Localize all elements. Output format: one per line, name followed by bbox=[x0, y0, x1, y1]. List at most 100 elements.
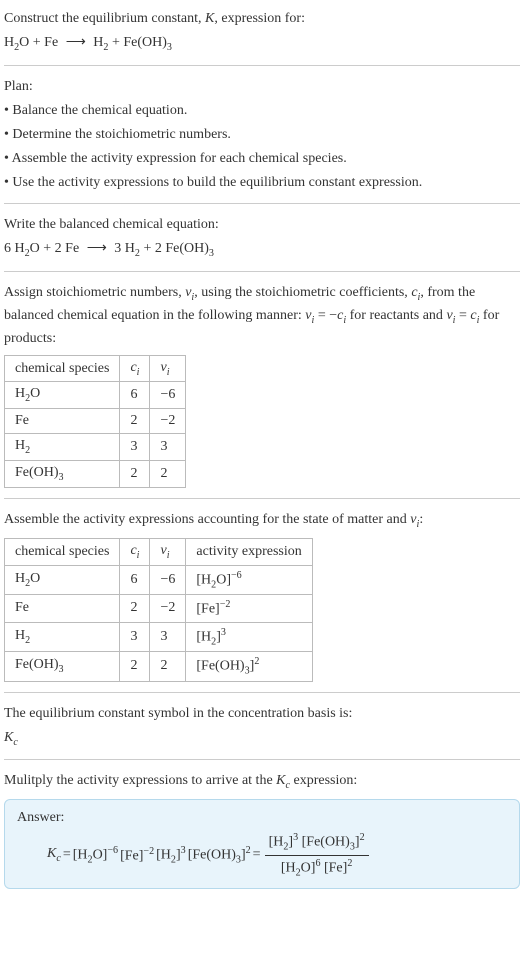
bal-rhs2-sub: 3 bbox=[209, 248, 214, 259]
arrow-icon: ⟶ bbox=[87, 238, 107, 259]
unbalanced-equation: H2O + Fe ⟶ H2 + Fe(OH)3 bbox=[4, 32, 520, 55]
stoich-intro: Assign stoichiometric numbers, νi, using… bbox=[4, 282, 520, 349]
table-row: H2O 6 −6 [H2O]−6 bbox=[5, 565, 313, 594]
td-species: H2 bbox=[5, 434, 120, 461]
td-activity: [Fe(OH)3]2 bbox=[186, 652, 312, 681]
td-c: 2 bbox=[120, 652, 150, 681]
td-species: Fe bbox=[5, 594, 120, 622]
td-species: H2O bbox=[5, 565, 120, 594]
table-row: H2O 6 −6 bbox=[5, 382, 186, 409]
divider bbox=[4, 65, 520, 66]
table-header-row: chemical species ci νi bbox=[5, 355, 186, 382]
kc-K: K bbox=[4, 730, 13, 745]
td-c: 2 bbox=[120, 409, 150, 434]
stoich-b: , using the stoichiometric coefficients, bbox=[194, 285, 411, 300]
ans-kc: Kc bbox=[47, 846, 61, 864]
td-species: Fe(OH)3 bbox=[5, 652, 120, 681]
fraction-numerator: [H2]3 [Fe(OH)3]2 bbox=[265, 832, 369, 855]
divider bbox=[4, 498, 520, 499]
act-b: : bbox=[419, 512, 423, 527]
answer-fraction: [H2]3 [Fe(OH)3]2 [H2O]6 [Fe]2 bbox=[265, 832, 369, 878]
divider bbox=[4, 759, 520, 760]
table-row: Fe(OH)3 2 2 [Fe(OH)3]2 bbox=[5, 652, 313, 681]
divider bbox=[4, 271, 520, 272]
kc-c: c bbox=[13, 736, 17, 747]
multiply-block: Mulitply the activity expressions to arr… bbox=[4, 770, 520, 889]
eq-lhs2: O + Fe bbox=[19, 35, 62, 50]
td-c: 3 bbox=[120, 434, 150, 461]
divider bbox=[4, 203, 520, 204]
stoich-block: Assign stoichiometric numbers, νi , using… bbox=[4, 282, 520, 488]
multiply-text: Mulitply the activity expressions to arr… bbox=[4, 770, 520, 793]
td-activity: [Fe]−2 bbox=[186, 594, 312, 622]
answer-box: Answer: Kc = [H2O]−6 [Fe]−2 [H2]3 [Fe(OH… bbox=[4, 799, 520, 889]
answer-equation: Kc = [H2O]−6 [Fe]−2 [H2]3 [Fe(OH)3]2 = [… bbox=[17, 832, 507, 878]
plan-bullet-3: • Assemble the activity expression for e… bbox=[4, 148, 520, 169]
mult-K: K bbox=[276, 773, 285, 788]
th-species: chemical species bbox=[5, 355, 120, 382]
ans-eq2: = bbox=[253, 847, 261, 863]
answer-label: Answer: bbox=[17, 810, 507, 826]
th-species: chemical species bbox=[5, 538, 120, 565]
td-species: H2 bbox=[5, 622, 120, 651]
mult-b: expression: bbox=[290, 773, 357, 788]
eq-rhs1: H bbox=[90, 35, 104, 50]
plan-bullet-4: • Use the activity expressions to build … bbox=[4, 172, 520, 193]
kc-symbol: Kc bbox=[4, 727, 520, 750]
th-nui: νi bbox=[150, 355, 186, 382]
mult-a: Mulitply the activity expressions to arr… bbox=[4, 773, 276, 788]
prompt-K: K bbox=[205, 11, 214, 26]
td-nu: 2 bbox=[150, 461, 186, 488]
th-nui: νi bbox=[150, 538, 186, 565]
td-species: H2O bbox=[5, 382, 120, 409]
th-ci: ci bbox=[120, 355, 150, 382]
activity-intro: Assemble the activity expressions accoun… bbox=[4, 509, 520, 532]
td-nu: 3 bbox=[150, 434, 186, 461]
arrow-icon: ⟶ bbox=[66, 32, 86, 53]
td-activity: [H2O]−6 bbox=[186, 565, 312, 594]
bal-lhs: 6 H bbox=[4, 241, 25, 256]
td-c: 3 bbox=[120, 622, 150, 651]
prompt-text-b: , expression for: bbox=[214, 11, 305, 26]
kc-symbol-text: The equilibrium constant symbol in the c… bbox=[4, 703, 520, 724]
stoich-e: for reactants and bbox=[346, 308, 446, 323]
prompt-block: Construct the equilibrium constant, K, e… bbox=[4, 8, 520, 55]
eq-lhs1: H bbox=[4, 35, 14, 50]
fraction-denominator: [H2O]6 [Fe]2 bbox=[265, 856, 369, 878]
td-nu: −6 bbox=[150, 382, 186, 409]
td-c: 6 bbox=[120, 382, 150, 409]
stoich-a: Assign stoichiometric numbers, bbox=[4, 285, 185, 300]
td-c: 2 bbox=[120, 461, 150, 488]
table-row: Fe 2 −2 bbox=[5, 409, 186, 434]
balanced-equation: 6 H2O + 2 Fe ⟶ 3 H2 + 2 Fe(OH)3 bbox=[4, 238, 520, 261]
table-row: H2 3 3 [H2]3 bbox=[5, 622, 313, 651]
ans-t1: [H2O]−6 bbox=[73, 845, 118, 865]
ans-t2: [Fe]−2 bbox=[120, 846, 154, 865]
stoich-eq2b: = bbox=[455, 308, 470, 323]
activity-table: chemical species ci νi activity expressi… bbox=[4, 538, 313, 682]
table-row: Fe(OH)3 2 2 bbox=[5, 461, 186, 488]
eq-rhs2: + Fe(OH) bbox=[108, 35, 166, 50]
ans-eq: = bbox=[63, 847, 71, 863]
table-header-row: chemical species ci νi activity expressi… bbox=[5, 538, 313, 565]
plan-heading: Plan: bbox=[4, 76, 520, 97]
balanced-block: Write the balanced chemical equation: 6 … bbox=[4, 214, 520, 261]
table-row: Fe 2 −2 [Fe]−2 bbox=[5, 594, 313, 622]
prompt-text-a: Construct the equilibrium constant, bbox=[4, 11, 205, 26]
bal-rhs2: + 2 Fe(OH) bbox=[140, 241, 209, 256]
ans-t3: [H2]3 bbox=[156, 845, 186, 865]
th-ci: ci bbox=[120, 538, 150, 565]
th-activity: activity expression bbox=[186, 538, 312, 565]
stoich-eq1b: = − bbox=[314, 308, 337, 323]
td-nu: −2 bbox=[150, 594, 186, 622]
td-species: Fe(OH)3 bbox=[5, 461, 120, 488]
td-species: Fe bbox=[5, 409, 120, 434]
activity-block: Assemble the activity expressions accoun… bbox=[4, 509, 520, 682]
td-nu: 2 bbox=[150, 652, 186, 681]
bal-lhs2: O + 2 Fe bbox=[30, 241, 83, 256]
table-row: H2 3 3 bbox=[5, 434, 186, 461]
td-nu: 3 bbox=[150, 622, 186, 651]
plan-bullet-1: • Balance the chemical equation. bbox=[4, 100, 520, 121]
prompt-line1: Construct the equilibrium constant, K, e… bbox=[4, 8, 520, 29]
td-c: 2 bbox=[120, 594, 150, 622]
